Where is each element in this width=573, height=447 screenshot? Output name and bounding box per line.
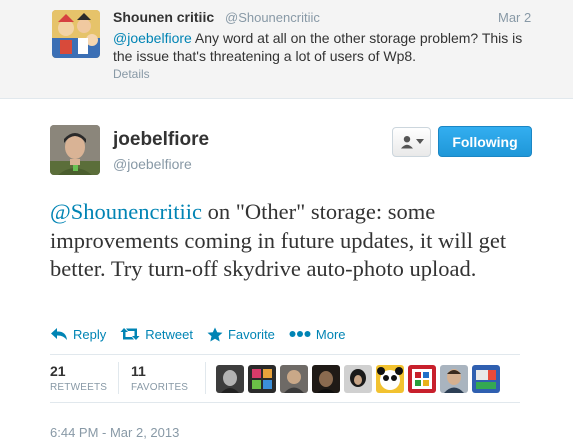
reply-arrow-icon <box>51 328 67 340</box>
retweeter-avatar[interactable] <box>216 365 244 393</box>
stat-divider <box>205 362 206 394</box>
retweeter-avatar-image <box>312 365 340 393</box>
main-mention-link[interactable]: @Shounencritiic <box>50 199 202 224</box>
retweeter-avatar-image <box>248 365 276 393</box>
stat-divider <box>118 362 119 394</box>
retweeter-avatar-image <box>344 365 372 393</box>
favorites-stat[interactable]: 11 FAVORITES <box>131 363 188 393</box>
retweeter-avatar[interactable] <box>408 365 436 393</box>
more-label: More <box>315 326 346 342</box>
retweeter-avatar-image <box>408 365 436 393</box>
retweeter-avatar[interactable] <box>248 365 276 393</box>
parent-avatar-image <box>52 10 100 58</box>
favorite-action[interactable]: Favorite <box>207 327 275 342</box>
retweeter-avatar[interactable] <box>280 365 308 393</box>
ellipsis-icon <box>289 331 311 337</box>
main-author-name[interactable]: joebelfiore <box>113 129 209 151</box>
retweeter-avatar-image <box>440 365 468 393</box>
retweets-count: 21 <box>50 363 66 379</box>
retweeter-avatar-image <box>376 365 404 393</box>
parent-tweet-date[interactable]: Mar 2 <box>498 10 531 25</box>
favorites-label: FAVORITES <box>131 382 189 393</box>
retweeter-avatar-image <box>216 365 244 393</box>
retweets-stat[interactable]: 21 RETWEETS <box>50 363 107 393</box>
retweet-action[interactable]: Retweet <box>120 327 193 342</box>
star-icon <box>207 327 223 341</box>
favorites-count: 11 <box>131 363 146 379</box>
parent-author-handle[interactable]: @Shounencritiic <box>225 10 320 25</box>
parent-details-link[interactable]: Details <box>113 67 150 81</box>
user-icon <box>400 136 413 149</box>
retweeter-avatar-image <box>280 365 308 393</box>
parent-author-name[interactable]: Shounen critiic <box>113 9 214 25</box>
retweeter-avatar[interactable] <box>312 365 340 393</box>
main-author-handle[interactable]: @joebelfiore <box>113 156 192 172</box>
parent-tweet[interactable]: Shounen critiic @Shounencritiic Mar 2 @j… <box>0 0 573 99</box>
stats-divider-top <box>50 354 520 355</box>
retweeters-avatars <box>216 365 500 393</box>
user-actions-dropdown[interactable] <box>392 127 431 157</box>
parent-mention-link[interactable]: @joebelfiore <box>113 30 192 46</box>
retweet-icon <box>120 328 140 340</box>
caret-down-icon <box>415 139 424 144</box>
parent-tweet-text: @joebelfiore Any word at all on the othe… <box>113 29 533 65</box>
parent-avatar[interactable] <box>52 10 100 58</box>
favorite-label: Favorite <box>227 326 275 342</box>
tweet-actions: Reply Retweet Favorite More <box>50 325 360 343</box>
retweeter-avatar-image <box>472 365 500 393</box>
retweet-label: Retweet <box>145 326 193 342</box>
main-tweet-text: @Shounencritiic on "Other" storage: some… <box>50 198 550 284</box>
retweeter-avatar[interactable] <box>472 365 500 393</box>
tweet-timestamp[interactable]: 6:44 PM - Mar 2, 2013 <box>50 425 179 440</box>
main-avatar[interactable] <box>50 125 100 175</box>
following-button[interactable]: Following <box>438 126 532 157</box>
retweets-label: RETWEETS <box>50 382 108 393</box>
stats-divider-bottom <box>50 402 520 403</box>
main-avatar-image <box>50 125 100 175</box>
retweeter-avatar[interactable] <box>440 365 468 393</box>
reply-label: Reply <box>73 326 107 342</box>
more-action[interactable]: More <box>289 327 346 342</box>
retweeter-avatar[interactable] <box>376 365 404 393</box>
reply-action[interactable]: Reply <box>50 327 106 342</box>
retweeter-avatar[interactable] <box>344 365 372 393</box>
